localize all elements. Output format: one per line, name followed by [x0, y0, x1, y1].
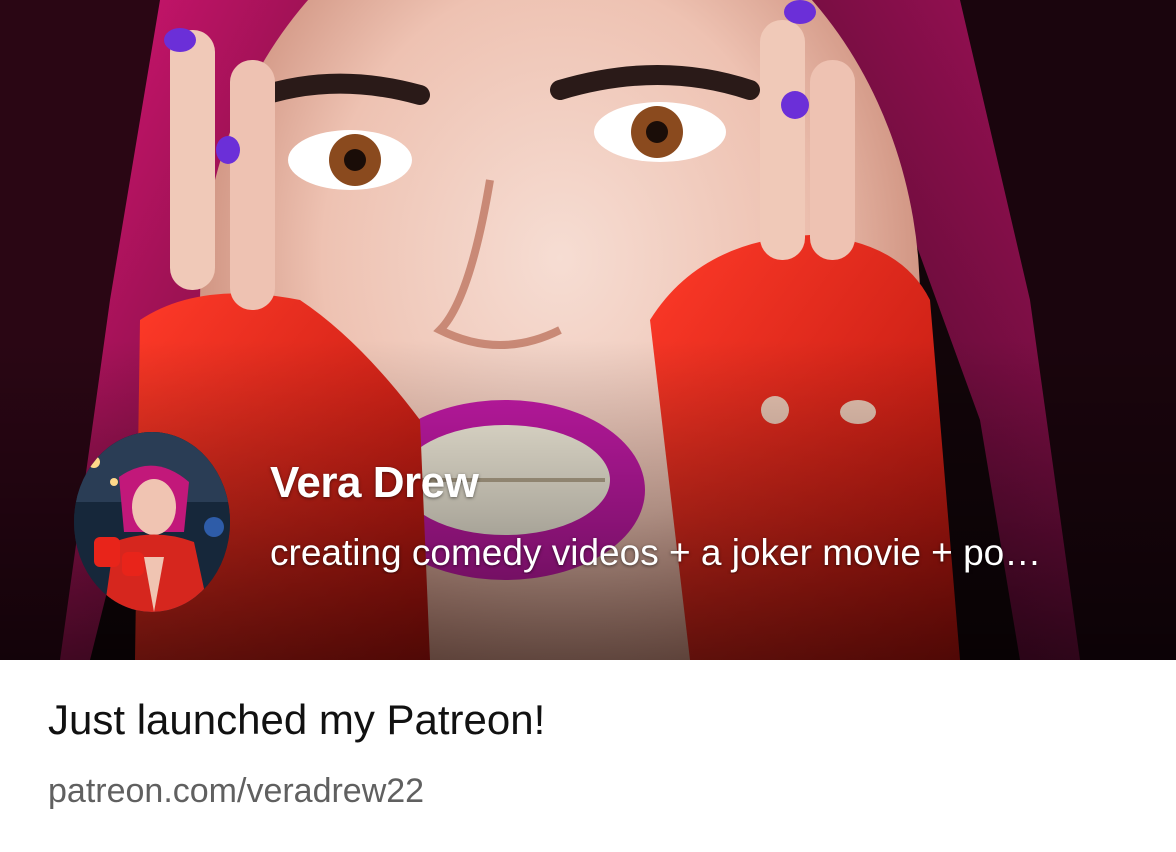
avatar-photo [74, 432, 230, 612]
link-domain: patreon.com/veradrew22 [48, 772, 425, 810]
link-preview-card[interactable]: Vera Drew creating comedy videos + a jok… [0, 0, 1176, 852]
link-title[interactable]: Just launched my Patreon! [48, 696, 545, 744]
link-meta[interactable]: Just launched my Patreon! patreon.com/ve… [0, 660, 1176, 852]
creator-avatar[interactable] [74, 432, 230, 612]
cover-image[interactable]: Vera Drew creating comedy videos + a jok… [0, 0, 1176, 660]
creator-tagline: creating comedy videos + a joker movie +… [270, 532, 1042, 573]
creator-name: Vera Drew [270, 458, 479, 507]
